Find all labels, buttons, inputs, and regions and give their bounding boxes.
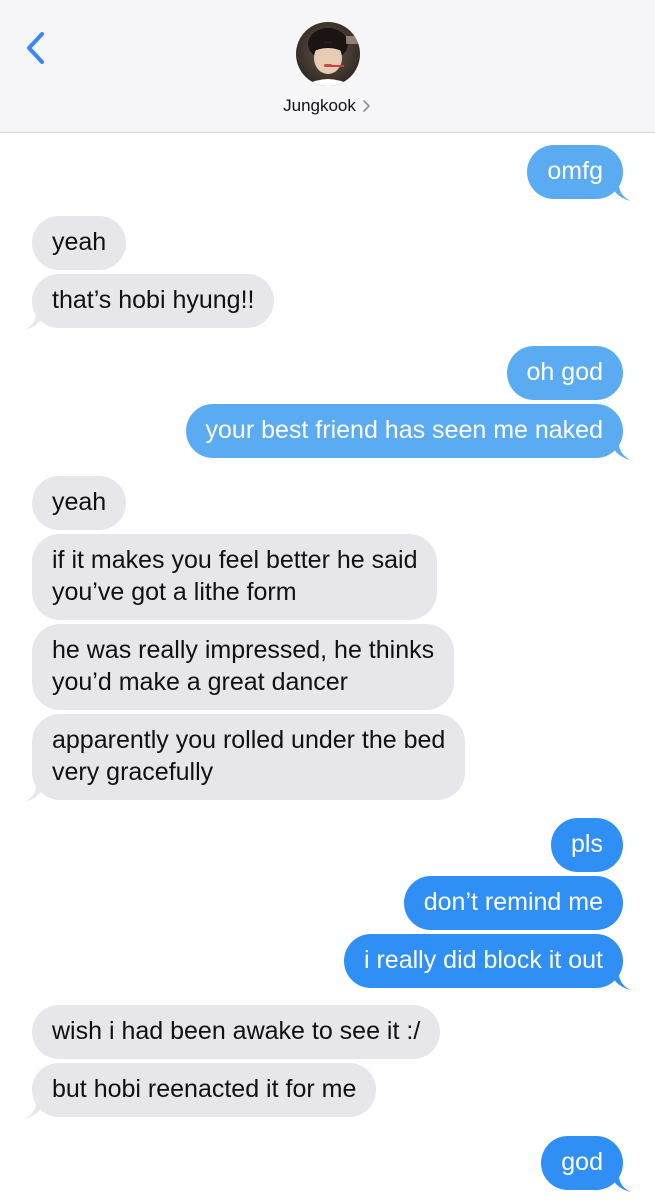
message-text: oh god bbox=[526, 358, 603, 386]
message-line: he was really impressed, he thinks bbox=[52, 636, 435, 664]
message-bubble-outgoing[interactable]: your best friend has seen me naked bbox=[185, 404, 631, 460]
bubble-tail bbox=[24, 780, 46, 802]
message-text: pls bbox=[571, 830, 603, 858]
message-text: omfg bbox=[547, 157, 603, 185]
message-text: your best friend has seen me naked bbox=[205, 416, 603, 444]
message-line: apparently you rolled under the bed bbox=[52, 726, 446, 754]
message-bubble-incoming[interactable]: but hobi reenacted it for me bbox=[24, 1063, 377, 1119]
message-bubble-incoming[interactable]: yeah bbox=[32, 476, 127, 530]
message-bubble-outgoing[interactable]: i really did block it out bbox=[343, 934, 631, 990]
message-thread: omfg yeah that’s hobi hyung!! oh god you… bbox=[0, 0, 655, 1200]
message-bubble-outgoing[interactable]: pls bbox=[551, 818, 623, 872]
message-bubble-incoming[interactable]: wish i had been awake to see it :/ bbox=[32, 1005, 441, 1059]
bubble-tail bbox=[24, 1097, 46, 1119]
message-text: wish i had been awake to see it :/ bbox=[52, 1017, 421, 1045]
message-bubble-outgoing[interactable]: god bbox=[541, 1136, 631, 1192]
message-text: yeah bbox=[52, 488, 107, 516]
message-bubble-incoming[interactable]: that’s hobi hyung!! bbox=[24, 274, 275, 330]
message-text: i really did block it out bbox=[363, 946, 603, 974]
message-bubble-outgoing[interactable]: oh god bbox=[506, 346, 623, 400]
message-text: that’s hobi hyung!! bbox=[52, 286, 255, 314]
message-text: god bbox=[561, 1148, 603, 1176]
message-line: very gracefully bbox=[52, 758, 214, 786]
message-bubble-incoming[interactable]: apparently you rolled under the bed very… bbox=[24, 714, 466, 802]
bubble-tail bbox=[609, 179, 631, 201]
bubble-tail bbox=[609, 1170, 631, 1192]
message-bubble-incoming[interactable]: he was really impressed, he thinks you’d… bbox=[32, 624, 455, 710]
message-bubble-outgoing[interactable]: don’t remind me bbox=[403, 876, 623, 930]
message-line: you’ve got a lithe form bbox=[52, 578, 297, 606]
message-bubble-incoming[interactable]: if it makes you feel better he said you’… bbox=[32, 534, 438, 620]
message-line: if it makes you feel better he said bbox=[52, 546, 418, 574]
message-bubble-incoming[interactable]: yeah bbox=[32, 216, 127, 270]
message-bubble-outgoing[interactable]: omfg bbox=[527, 145, 631, 201]
bubble-tail bbox=[609, 438, 631, 460]
bubble-tail bbox=[24, 308, 46, 330]
message-text: don’t remind me bbox=[423, 888, 603, 916]
message-text: but hobi reenacted it for me bbox=[52, 1075, 357, 1103]
message-text: yeah bbox=[52, 228, 107, 256]
bubble-tail bbox=[609, 968, 631, 990]
message-line: you’d make a great dancer bbox=[52, 668, 349, 696]
